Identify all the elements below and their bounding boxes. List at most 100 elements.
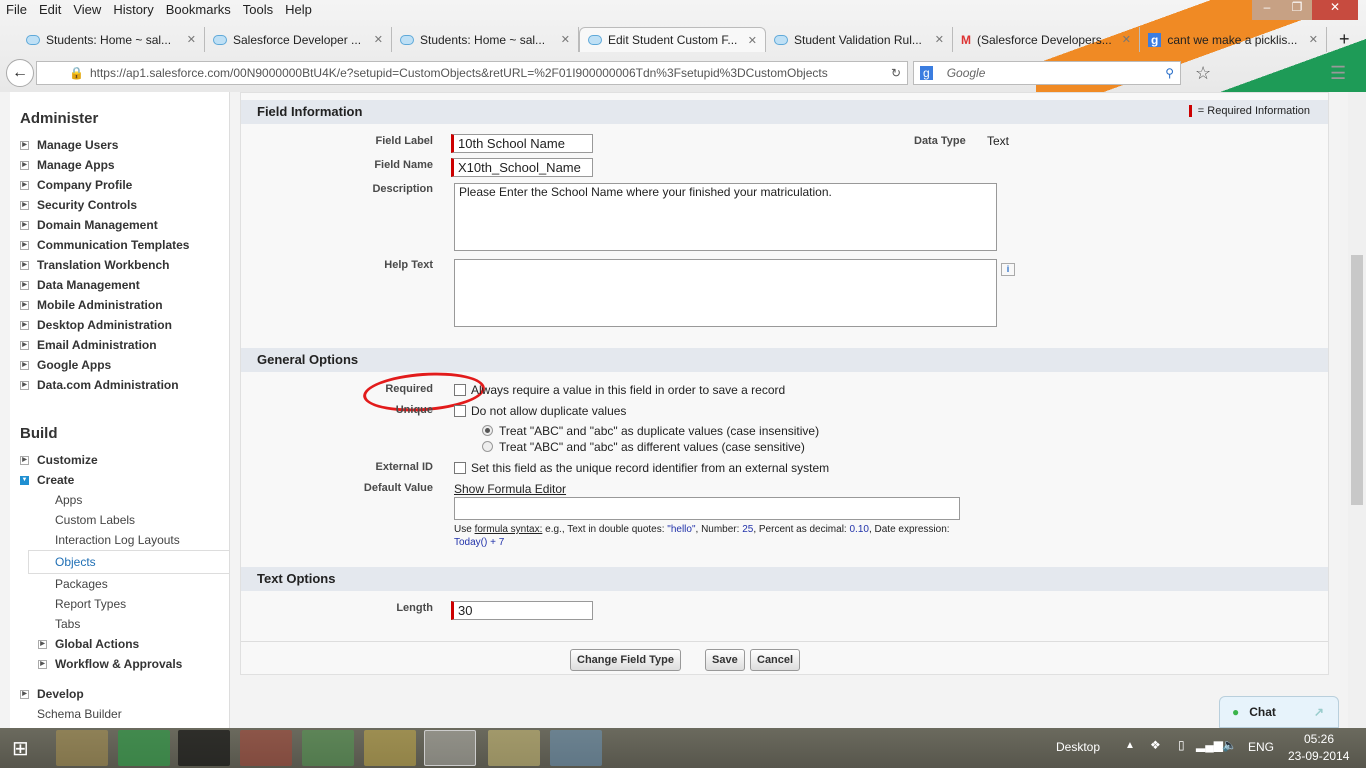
scrollbar-thumb[interactable] [1351,255,1363,505]
sidebar-item-communication-templates[interactable]: ▶ Communication Templates [10,235,229,255]
external-id-checkbox[interactable] [454,462,466,474]
field-label-input[interactable]: 10th School Name [451,134,593,153]
length-input[interactable]: 30 [451,601,593,620]
browser-tab[interactable]: Students: Home ~ sal... ✕ [18,27,205,52]
show-formula-editor-link[interactable]: Show Formula Editor [454,482,566,496]
sidebar-item-manage-users[interactable]: ▶ Manage Users [10,135,229,155]
sidebar-subitem-custom-labels[interactable]: Custom Labels [10,510,229,530]
clock-time[interactable]: 05:26 [1304,732,1334,746]
firefox-icon[interactable] [424,730,476,766]
maximize-button[interactable]: ❐ [1282,0,1312,20]
browser-tab[interactable]: Students: Home ~ sal... ✕ [392,27,579,52]
chat-widget[interactable]: ● Chat ↗ [1219,696,1339,728]
formula-syntax-link[interactable]: formula syntax: [475,524,543,535]
sidebar-item-desktop-administration[interactable]: ▶ Desktop Administration [10,315,229,335]
unique-checkbox[interactable] [454,405,466,417]
reload-icon[interactable]: ↻ [891,66,901,80]
tray-expand-icon[interactable]: ▲ [1125,740,1135,751]
dropbox-icon[interactable]: ❖ [1150,738,1161,752]
browser-chrome: – ❐ ✕ File Edit View History Bookmarks Too… [0,0,1366,92]
network-icon[interactable]: ▂▄▆ [1196,738,1223,752]
salesforce-icon [213,34,227,45]
sidebar-item-create[interactable]: ▼ Create [10,470,229,490]
save-button[interactable]: Save [705,649,745,671]
sidebar-subitem-apps[interactable]: Apps [10,490,229,510]
menu-icon[interactable]: ☰ [1330,63,1346,84]
menu-bookmarks[interactable]: Bookmarks [160,2,237,20]
store-icon[interactable] [118,730,170,766]
close-tab-icon[interactable]: ✕ [187,33,196,46]
close-window-button[interactable]: ✕ [1312,0,1358,20]
sidebar-item-develop[interactable]: ▶ Develop [10,684,229,704]
minimize-button[interactable]: – [1252,0,1282,20]
default-value-input[interactable] [454,497,960,520]
sidebar-item-schema-builder[interactable]: Schema Builder [10,704,229,724]
menu-history[interactable]: History [107,2,159,20]
sidebar-subitem-packages[interactable]: Packages [10,574,229,594]
browser-tab[interactable]: g cant we make a picklis... ✕ [1140,27,1327,52]
notepad-icon[interactable] [240,730,292,766]
new-tab-button[interactable]: + [1327,27,1362,52]
sidebar-subitem-interaction-log[interactable]: Interaction Log Layouts [10,530,229,550]
sidebar-item-data-management[interactable]: ▶ Data Management [10,275,229,295]
app-icon[interactable] [302,730,354,766]
sidebar-subitem-report-types[interactable]: Report Types [10,594,229,614]
paint-icon[interactable] [550,730,602,766]
sidebar-subitem-objects[interactable]: Objects [28,550,229,574]
expand-icon[interactable]: ↗ [1314,705,1324,719]
sidebar-item-customize[interactable]: ▶ Customize [10,450,229,470]
info-icon[interactable]: i [1001,263,1015,276]
sticky-notes-icon[interactable] [488,730,540,766]
search-box[interactable]: g Google ⚲ [913,61,1181,85]
sidebar-item-data-com-administration[interactable]: ▶ Data.com Administration [10,375,229,395]
desktop-toolbar[interactable]: Desktop [1056,740,1100,754]
sidebar-item-google-apps[interactable]: ▶ Google Apps [10,355,229,375]
close-tab-icon[interactable]: ✕ [1122,33,1131,46]
sidebar-item-domain-management[interactable]: ▶ Domain Management [10,215,229,235]
sidebar-item-global-actions[interactable]: ▶ Global Actions [10,634,229,654]
sidebar-item-mobile-administration[interactable]: ▶ Mobile Administration [10,295,229,315]
sidebar-item-translation-workbench[interactable]: ▶ Translation Workbench [10,255,229,275]
sidebar-item-company-profile[interactable]: ▶ Company Profile [10,175,229,195]
browser-tab[interactable]: Student Validation Rul... ✕ [766,27,953,52]
cancel-button[interactable]: Cancel [750,649,801,671]
language-indicator[interactable]: ENG [1248,740,1274,754]
case-sensitive-radio[interactable] [482,441,493,452]
close-tab-icon[interactable]: ✕ [935,33,944,46]
field-name-input[interactable]: X10th_School_Name [451,158,593,177]
url-bar[interactable]: 🔒 https://ap1.salesforce.com/00N9000000Bt… [36,61,908,85]
sidebar-item-workflow[interactable]: ▶ Workflow & Approvals [10,654,229,674]
menu-edit[interactable]: Edit [33,2,67,20]
file-explorer-icon[interactable] [56,730,108,766]
search-icon[interactable]: ⚲ [1165,66,1174,80]
browser-tab[interactable]: M (Salesforce Developers... ✕ [953,27,1140,52]
clock-date[interactable]: 23-09-2014 [1288,749,1349,763]
bookmark-star-icon[interactable]: ☆ [1195,63,1211,84]
menu-tools[interactable]: Tools [237,2,279,20]
chrome-icon[interactable] [364,730,416,766]
browser-tab[interactable]: Salesforce Developer ... ✕ [205,27,392,52]
description-textarea[interactable]: Please Enter the School Name where your … [454,183,997,251]
command-prompt-icon[interactable] [178,730,230,766]
start-windows-icon[interactable]: ⊞ [12,736,29,761]
volume-icon[interactable]: 🔈 [1222,738,1237,752]
case-insensitive-radio[interactable] [482,425,493,436]
change-field-type-button[interactable]: Change Field Type [570,649,681,671]
menu-view[interactable]: View [67,2,107,20]
back-button[interactable]: ← [6,59,34,87]
battery-icon[interactable]: ▯ [1178,738,1185,752]
sidebar-subitem-tabs[interactable]: Tabs [10,614,229,634]
sidebar-item-manage-apps[interactable]: ▶ Manage Apps [10,155,229,175]
close-tab-icon[interactable]: ✕ [374,33,383,46]
sidebar-item-security-controls[interactable]: ▶ Security Controls [10,195,229,215]
close-tab-icon[interactable]: ✕ [748,34,757,47]
menu-help[interactable]: Help [279,2,318,20]
sidebar-item-email-administration[interactable]: ▶ Email Administration [10,335,229,355]
close-tab-icon[interactable]: ✕ [561,33,570,46]
close-tab-icon[interactable]: ✕ [1309,33,1318,46]
browser-tab-active[interactable]: Edit Student Custom F... ✕ [579,27,766,52]
help-text-textarea[interactable] [454,259,997,327]
expand-icon: ▶ [20,240,29,250]
required-checkbox[interactable] [454,384,466,396]
menu-file[interactable]: File [0,2,33,20]
